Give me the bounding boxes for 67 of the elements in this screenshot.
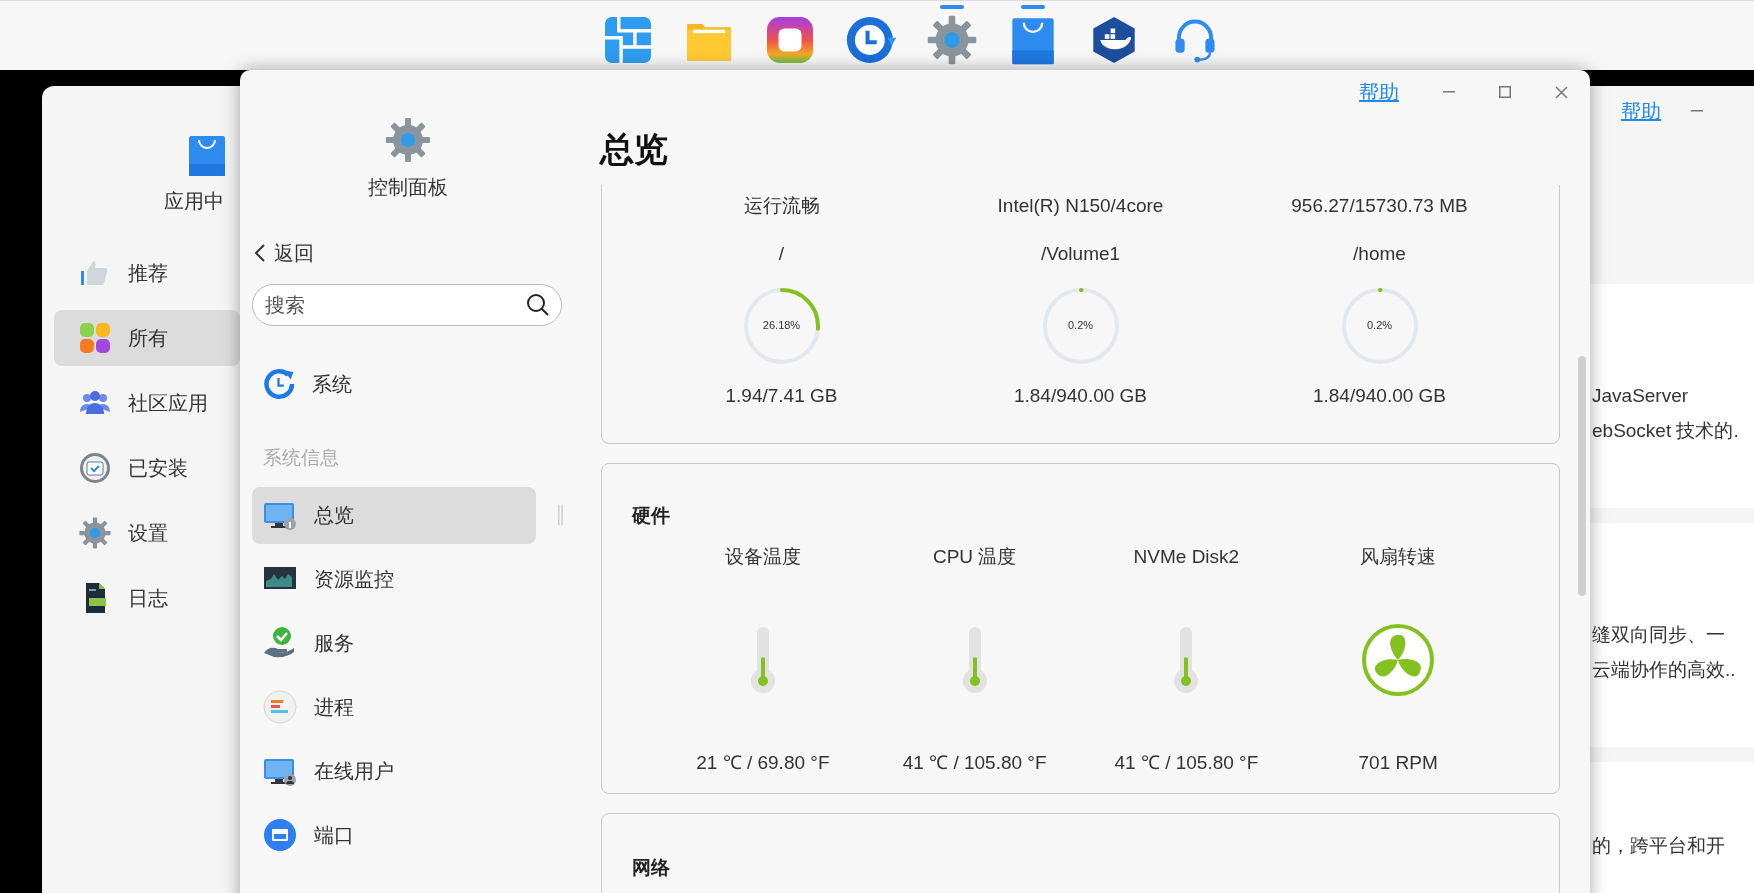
system-item[interactable]: 系统 [252,366,563,402]
chevron-left-icon [254,243,266,263]
scrollbar-thumb[interactable] [1578,356,1586,596]
sidebar-item[interactable]: 总览 [252,486,537,544]
bars-icon [262,689,298,725]
section-header: 系统信息 [262,446,340,470]
sensor-label: 设备温度 [724,544,801,569]
nav-item[interactable]: 已安装 [54,440,240,496]
app-description: 云端协作的高效.. [1592,657,1737,682]
search-field[interactable]: 搜索 [252,284,562,326]
fan-icon [1361,622,1436,697]
volume-name: / [778,242,785,266]
nav-item[interactable]: 社区应用 [54,375,240,431]
card-title: 硬件 [632,504,671,528]
app-description: 的，跨平台和开 [1592,834,1726,858]
photos-icon[interactable] [764,14,815,65]
gear-icon [383,116,432,164]
sidebar-item[interactable]: 在线用户 [252,742,550,800]
sensor-reading: 701 RPM [1358,750,1438,775]
app-card[interactable]: 的，跨平台和开 [1590,762,1754,893]
volume-usage: 1.84/940.00 GB [1013,383,1148,408]
sensor-label: NVMe Disk2 [1133,544,1240,569]
box-check-icon [78,451,112,485]
sensor-label: 风扇转速 [1360,544,1437,569]
volume-name: /Volume1 [1040,242,1121,266]
tiles-icon[interactable] [602,14,653,65]
settings-icon[interactable] [925,13,978,66]
app-description: 缝双向同步、一 [1592,623,1726,647]
panel-title: 控制面板 [367,175,448,200]
status-value: Intel(R) N150/4core [997,194,1164,218]
maximize-icon[interactable] [1499,86,1511,98]
search-icon[interactable] [526,293,550,317]
nav-item[interactable]: 推荐 [54,245,240,301]
page-title: 总览 [598,129,669,170]
app-description: ebSocket 技术的. [1592,418,1740,443]
port-icon [262,817,298,853]
gauge-percent: 0.2% [1066,318,1095,334]
card-title: 网络 [632,856,671,880]
gear-icon [78,516,112,550]
volume-usage: 1.94/7.41 GB [725,383,838,408]
minimize-icon[interactable] [1691,110,1703,112]
minimize-icon[interactable] [1443,91,1455,93]
gauge-percent: 26.18% [761,318,802,334]
app-card[interactable]: 缝双向同步、一 云端协作的高效.. [1590,523,1754,747]
status-value: 运行流畅 [743,194,820,218]
sidebar-item[interactable]: 资源监控 [252,550,550,608]
four-squares-icon [78,321,112,355]
resize-handle-icon[interactable] [558,504,563,526]
volume-name: /home [1353,242,1406,266]
volume-usage: 1.84/940.00 GB [1312,383,1447,408]
status-value: 956.27/15730.73 MB [1291,194,1468,218]
sensor-label: CPU 温度 [932,544,1017,569]
sensor-reading: 41 ℃ / 105.80 °F [1114,750,1259,775]
sensor-reading: 41 ℃ / 105.80 °F [902,750,1047,775]
sidebar-item[interactable]: 服务 [252,614,550,672]
app-card[interactable]: JavaServer ebSocket 技术的. [1590,284,1754,508]
nav-item[interactable]: 日志 [54,570,240,626]
sensor-reading: 21 ℃ / 69.80 °F [696,750,830,775]
close-icon[interactable] [1555,85,1568,99]
nav-item[interactable]: 所有 [54,310,240,366]
gauge-percent: 0.2% [1365,318,1394,334]
app-description: JavaServer [1592,384,1690,408]
app-title: 应用中 [163,189,224,214]
sidebar-item[interactable]: 进程 [252,678,550,736]
nav-item[interactable]: 设置 [54,505,240,561]
sidebar-item[interactable]: 端口 [252,806,550,864]
back-button[interactable]: 返回 [254,238,314,268]
